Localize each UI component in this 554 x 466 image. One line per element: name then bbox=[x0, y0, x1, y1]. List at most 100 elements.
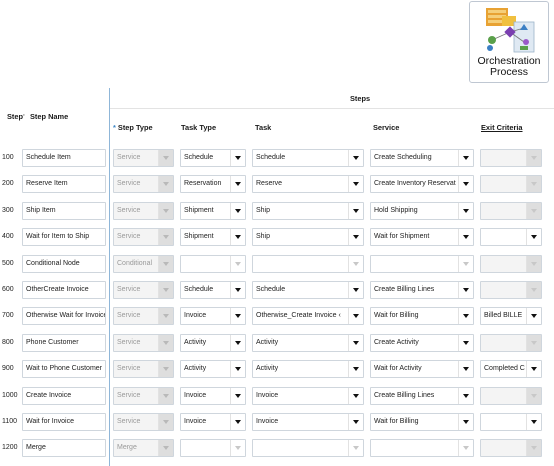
step-type-select[interactable]: Service bbox=[113, 333, 174, 352]
chevron-down-icon[interactable] bbox=[158, 282, 173, 298]
chevron-down-icon[interactable] bbox=[526, 414, 541, 430]
chevron-down-icon[interactable] bbox=[526, 308, 541, 325]
step-name-field[interactable]: Reserve Item bbox=[22, 175, 106, 194]
header-step[interactable]: Step' bbox=[7, 112, 25, 121]
chevron-down-icon[interactable] bbox=[348, 334, 363, 351]
chevron-down-icon[interactable] bbox=[230, 282, 245, 298]
task-type-select[interactable]: Schedule bbox=[180, 149, 246, 167]
chevron-down-icon[interactable] bbox=[458, 282, 473, 298]
table-row[interactable]: 1200 Merge Merge bbox=[0, 436, 554, 462]
step-name-field[interactable]: Schedule Item bbox=[22, 149, 106, 167]
task-type-select[interactable]: Shipment bbox=[180, 228, 246, 247]
chevron-down-icon[interactable] bbox=[230, 308, 245, 325]
task-type-select[interactable]: Activity bbox=[180, 360, 246, 379]
header-task[interactable]: Task bbox=[255, 123, 271, 132]
exit-criteria-select[interactable]: Billed BILLE bbox=[480, 307, 542, 326]
table-row[interactable]: 200 Reserve Item Service Reservation Reserve… bbox=[0, 172, 554, 198]
table-row[interactable]: 800 Phone Customer Service Activity Activity… bbox=[0, 331, 554, 357]
chevron-down-icon[interactable] bbox=[158, 440, 173, 457]
step-name-field[interactable]: Ship Item bbox=[22, 201, 106, 220]
step-type-select[interactable]: Conditional bbox=[113, 254, 174, 273]
chevron-down-icon[interactable] bbox=[458, 150, 473, 166]
chevron-down-icon[interactable] bbox=[348, 202, 363, 219]
step-type-select[interactable]: Service bbox=[113, 201, 174, 220]
service-select[interactable]: Create Billing Lines bbox=[370, 281, 474, 299]
chevron-down-icon[interactable] bbox=[348, 176, 363, 193]
step-name-field[interactable]: Wait for Invoice bbox=[22, 413, 106, 431]
chevron-down-icon[interactable] bbox=[158, 176, 173, 193]
chevron-down-icon[interactable] bbox=[158, 361, 173, 378]
step-type-select[interactable]: Service bbox=[113, 360, 174, 379]
header-exit-criteria[interactable]: Exit Criteria bbox=[481, 123, 523, 132]
chevron-down-icon[interactable] bbox=[348, 414, 363, 430]
step-name-field[interactable]: Wait to Phone Customer bbox=[22, 360, 106, 379]
step-name-field[interactable]: OtherCreate Invoice bbox=[22, 281, 106, 299]
table-row[interactable]: 700 Otherwise Wait for Invoice Service Invo… bbox=[0, 304, 554, 330]
step-name-field[interactable]: Wait for Item to Ship bbox=[22, 228, 106, 247]
table-row[interactable]: 400 Wait for Item to Ship Service Shipment S… bbox=[0, 225, 554, 251]
chevron-down-icon[interactable] bbox=[348, 308, 363, 325]
chevron-down-icon[interactable] bbox=[458, 387, 473, 404]
chevron-down-icon[interactable] bbox=[230, 387, 245, 404]
chevron-down-icon[interactable] bbox=[158, 387, 173, 404]
service-select[interactable]: Wait for Billing bbox=[370, 307, 474, 326]
chevron-down-icon[interactable] bbox=[458, 176, 473, 193]
step-type-select[interactable]: Service bbox=[113, 281, 174, 299]
step-type-select[interactable]: Service bbox=[113, 413, 174, 431]
service-select[interactable]: Wait for Shipment bbox=[370, 228, 474, 247]
service-select[interactable]: Create Inventory Reservat bbox=[370, 175, 474, 194]
chevron-down-icon[interactable] bbox=[230, 361, 245, 378]
table-row[interactable]: 300 Ship Item Service Shipment Ship Hold Ship… bbox=[0, 199, 554, 225]
task-type-select[interactable]: Shipment bbox=[180, 201, 246, 220]
task-type-select[interactable]: Activity bbox=[180, 333, 246, 352]
task-select[interactable]: Schedule bbox=[252, 281, 364, 299]
step-type-select[interactable]: Service bbox=[113, 228, 174, 247]
chevron-down-icon[interactable] bbox=[458, 334, 473, 351]
chevron-down-icon[interactable] bbox=[230, 229, 245, 246]
table-row[interactable]: 600 OtherCreate Invoice Service Schedule Sch… bbox=[0, 278, 554, 304]
step-type-select[interactable]: Service bbox=[113, 149, 174, 167]
chevron-down-icon[interactable] bbox=[230, 414, 245, 430]
task-select[interactable]: Ship bbox=[252, 228, 364, 247]
step-type-select[interactable]: Service bbox=[113, 175, 174, 194]
header-task-type[interactable]: Task Type bbox=[181, 123, 216, 132]
chevron-down-icon[interactable] bbox=[348, 361, 363, 378]
chevron-down-icon[interactable] bbox=[230, 334, 245, 351]
step-name-field[interactable]: Conditional Node bbox=[22, 254, 106, 273]
header-step-type[interactable]: * Step Type bbox=[113, 123, 153, 132]
table-row[interactable]: 500 Conditional Node Conditional bbox=[0, 252, 554, 278]
chevron-down-icon[interactable] bbox=[348, 387, 363, 404]
table-row[interactable]: 1100 Wait for Invoice Service Invoice Invoic… bbox=[0, 410, 554, 436]
service-select[interactable]: Hold Shipping bbox=[370, 201, 474, 220]
task-select[interactable]: Invoice bbox=[252, 386, 364, 405]
service-select[interactable]: Create Activity bbox=[370, 333, 474, 352]
service-select[interactable]: Wait for Billing bbox=[370, 413, 474, 431]
chevron-down-icon[interactable] bbox=[458, 229, 473, 246]
task-type-select[interactable]: Invoice bbox=[180, 386, 246, 405]
chevron-down-icon[interactable] bbox=[230, 202, 245, 219]
task-type-select[interactable]: Reservation bbox=[180, 175, 246, 194]
chevron-down-icon[interactable] bbox=[458, 202, 473, 219]
chevron-down-icon[interactable] bbox=[458, 361, 473, 378]
chevron-down-icon[interactable] bbox=[158, 202, 173, 219]
header-step-name[interactable]: Step Name bbox=[30, 112, 68, 121]
task-select[interactable]: Activity bbox=[252, 360, 364, 379]
task-select[interactable]: Invoice bbox=[252, 413, 364, 431]
orchestration-process-tile[interactable]: Orchestration Process bbox=[469, 1, 549, 83]
step-name-field[interactable]: Merge bbox=[22, 439, 106, 458]
step-type-select[interactable]: Merge bbox=[113, 439, 174, 458]
task-select[interactable]: Reserve bbox=[252, 175, 364, 194]
table-row[interactable]: 100 Schedule Item Service Schedule Schedule C… bbox=[0, 146, 554, 172]
exit-criteria-select[interactable] bbox=[480, 228, 542, 247]
task-select[interactable]: Activity bbox=[252, 333, 364, 352]
table-row[interactable]: 900 Wait to Phone Customer Service Activity… bbox=[0, 357, 554, 383]
step-type-select[interactable]: Service bbox=[113, 307, 174, 326]
service-select[interactable]: Wait for Activity bbox=[370, 360, 474, 379]
chevron-down-icon[interactable] bbox=[348, 282, 363, 298]
exit-criteria-select[interactable] bbox=[480, 413, 542, 431]
chevron-down-icon[interactable] bbox=[158, 150, 173, 166]
task-type-select[interactable]: Invoice bbox=[180, 307, 246, 326]
chevron-down-icon[interactable] bbox=[458, 414, 473, 430]
service-select[interactable]: Create Billing Lines bbox=[370, 386, 474, 405]
step-name-field[interactable]: Otherwise Wait for Invoice bbox=[22, 307, 106, 326]
